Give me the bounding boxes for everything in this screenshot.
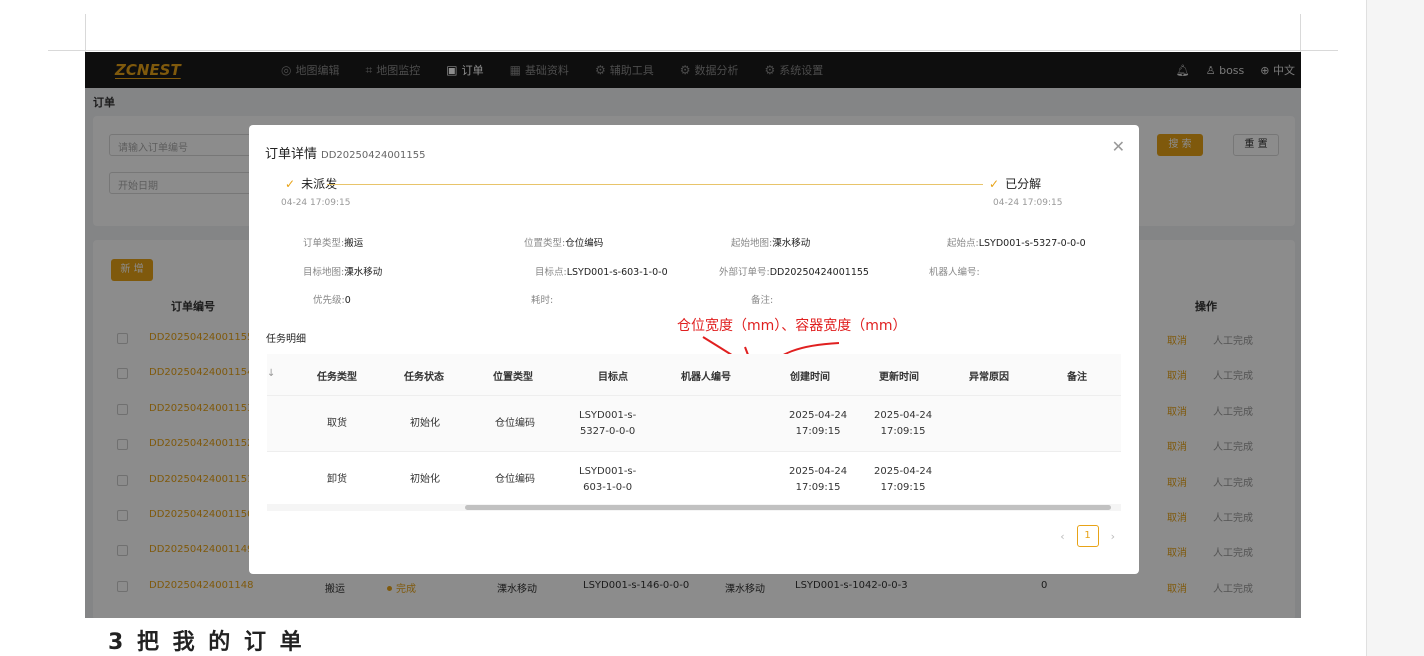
th-target: 目标点 bbox=[598, 372, 628, 383]
info-start-map: 起始地图:溧水移动 bbox=[731, 238, 811, 249]
next-page-icon[interactable]: › bbox=[1111, 530, 1115, 543]
th-robot-no: 机器人编号 bbox=[681, 372, 731, 383]
info-cost: 耗时: bbox=[531, 295, 554, 306]
th-created: 创建时间 bbox=[790, 372, 830, 383]
step-decomposed: ✓ 已分解 04-24 17:09:15 bbox=[989, 177, 1063, 208]
task-detail-title: 任务明细 bbox=[266, 334, 306, 345]
info-external-order: 外部订单号:DD20250424001155 bbox=[719, 267, 869, 278]
annotation-text: 仓位宽度（mm）、容器宽度（mm） bbox=[677, 318, 907, 334]
caption-heading: 3 把 我 的 订 单 bbox=[108, 630, 305, 655]
truncated-column: ↓ bbox=[267, 368, 276, 379]
step-time: 04-24 17:09:15 bbox=[993, 198, 1063, 208]
task-table: ↓ 任务类型 任务状态 位置类型 目标点 机器人编号 创建时间 更新时间 异常原… bbox=[267, 354, 1121, 511]
step-undispatched: ✓ 未派发 04-24 17:09:15 bbox=[281, 177, 351, 208]
modal-order-no: DD20250424001155 bbox=[321, 150, 426, 161]
task-table-header: ↓ 任务类型 任务状态 位置类型 目标点 机器人编号 创建时间 更新时间 异常原… bbox=[267, 354, 1121, 396]
th-pos-type: 位置类型 bbox=[493, 372, 533, 383]
divider bbox=[1300, 14, 1301, 52]
info-robot-no: 机器人编号: bbox=[929, 267, 980, 278]
info-start-point: 起始点:LSYD001-s-5327-0-0-0 bbox=[947, 238, 1086, 249]
th-task-status: 任务状态 bbox=[404, 372, 444, 383]
divider bbox=[85, 14, 86, 52]
th-updated: 更新时间 bbox=[879, 372, 919, 383]
close-icon[interactable]: ✕ bbox=[1112, 137, 1125, 156]
check-icon: ✓ bbox=[285, 177, 296, 191]
info-order-type: 订单类型:搬运 bbox=[303, 238, 364, 249]
info-target-map: 目标地图:溧水移动 bbox=[303, 267, 383, 278]
pagination: ‹ 1 › bbox=[1060, 525, 1115, 547]
info-target-point: 目标点:LSYD001-s-603-1-0-0 bbox=[535, 267, 668, 278]
prev-page-icon[interactable]: ‹ bbox=[1060, 530, 1064, 543]
steps-connector bbox=[327, 184, 983, 185]
check-icon: ✓ bbox=[989, 177, 1000, 191]
page: ZCNEST ◎ 地图编辑 ⌗ 地图监控 ▣ 订单 ▦ 基础资料 ⚙ 辅助工具 ⚙ 数据分析… bbox=[0, 0, 1424, 656]
modal-title: 订单详情 DD20250424001155 bbox=[265, 147, 426, 162]
divider bbox=[48, 50, 1338, 51]
table-row: 取货 初始化 仓位编码 LSYD001-s- 5327-0-0-0 2025-04… bbox=[267, 396, 1121, 452]
th-error: 异常原因 bbox=[969, 372, 1009, 383]
scrollbar-thumb[interactable] bbox=[465, 505, 1111, 510]
table-row: 卸货 初始化 仓位编码 LSYD001-s- 603-1-0-0 2025-04-… bbox=[267, 452, 1121, 508]
horizontal-scrollbar[interactable] bbox=[267, 504, 1121, 511]
th-remark: 备注 bbox=[1067, 372, 1087, 383]
th-task-type: 任务类型 bbox=[317, 372, 357, 383]
step-time: 04-24 17:09:15 bbox=[281, 198, 351, 208]
info-priority: 优先级:0 bbox=[313, 295, 351, 306]
order-detail-modal: 订单详情 DD20250424001155 ✕ ✓ 未派发 04-24 17:09:… bbox=[249, 125, 1139, 574]
info-pos-type: 位置类型:仓位编码 bbox=[524, 238, 604, 249]
page-number[interactable]: 1 bbox=[1076, 525, 1099, 547]
info-remark: 备注: bbox=[751, 295, 774, 306]
side-panel bbox=[1366, 0, 1424, 656]
